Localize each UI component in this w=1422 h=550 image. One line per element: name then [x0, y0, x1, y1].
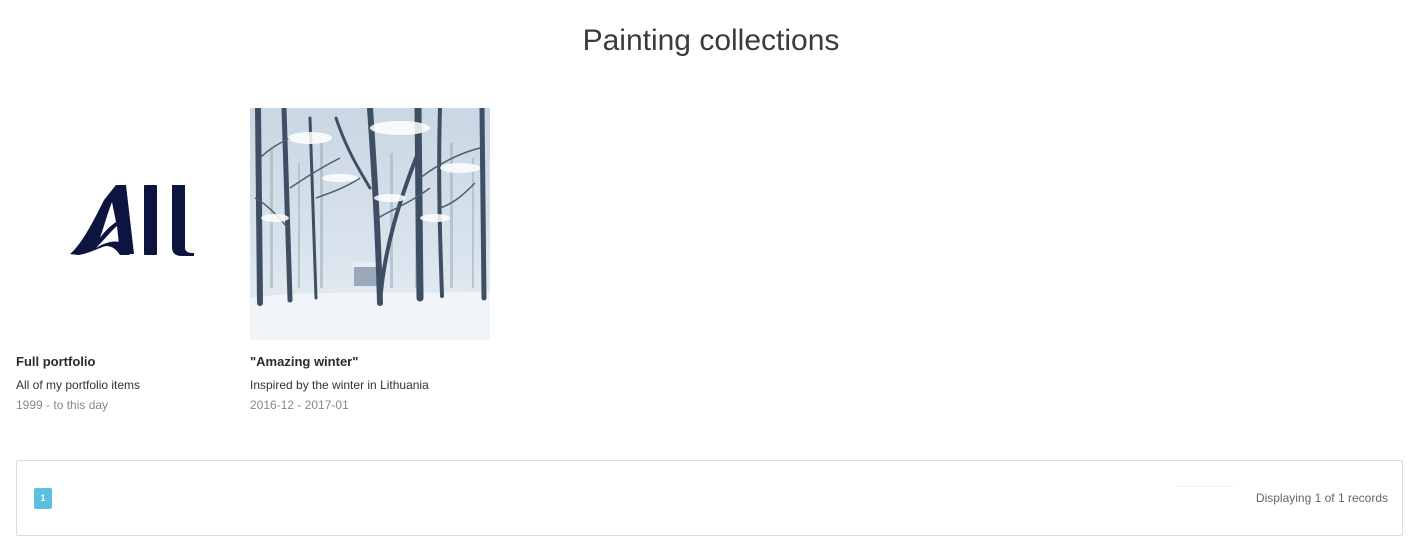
collection-card-full-portfolio[interactable]: Full portfolio All of my portfolio items… [16, 108, 250, 412]
records-count: Displaying 1 of 1 records [1255, 491, 1388, 505]
snowy-forest-image[interactable] [250, 108, 490, 340]
divider [1177, 486, 1235, 487]
page-title: Painting collections [582, 24, 840, 57]
collection-card-amazing-winter[interactable]: "Amazing winter" Inspired by the winter … [250, 108, 490, 412]
pagination-panel: 1 Displaying 1 of 1 records [16, 460, 1403, 536]
collection-description: Inspired by the winter in Lithuania [250, 378, 429, 392]
collection-dates: 2016-12 - 2017-01 [250, 398, 349, 412]
collection-title[interactable]: "Amazing winter" [250, 354, 358, 369]
collection-description: All of my portfolio items [16, 378, 141, 392]
all-logo-image[interactable] [16, 108, 250, 340]
collection-dates: 1999 - to this day [16, 398, 109, 412]
collection-title[interactable]: Full portfolio [16, 354, 95, 369]
page-button-1[interactable]: 1 [34, 488, 52, 509]
